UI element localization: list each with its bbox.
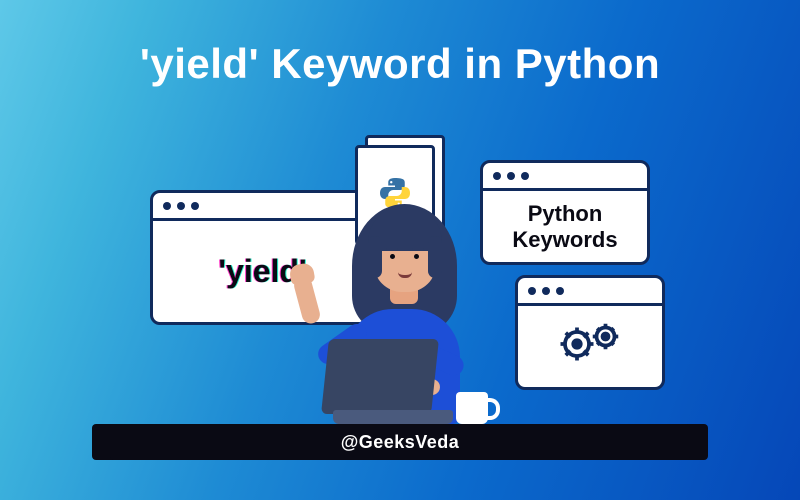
gears-icon	[553, 314, 628, 379]
laptop-icon	[325, 339, 450, 424]
card-keywords-text: Python Keywords	[512, 201, 617, 252]
title-keyword: 'yield'	[140, 40, 259, 87]
handle-text: @GeeksVeda	[341, 432, 460, 453]
mug-icon	[456, 392, 488, 424]
person-illustration	[280, 164, 520, 424]
desk: @GeeksVeda	[110, 424, 690, 460]
title-rest: Keyword in Python	[259, 40, 660, 87]
page-title: 'yield' Keyword in Python	[0, 0, 800, 88]
card-gears	[515, 275, 665, 390]
illustration-scene: 'yield' Python Keywords	[0, 105, 800, 460]
